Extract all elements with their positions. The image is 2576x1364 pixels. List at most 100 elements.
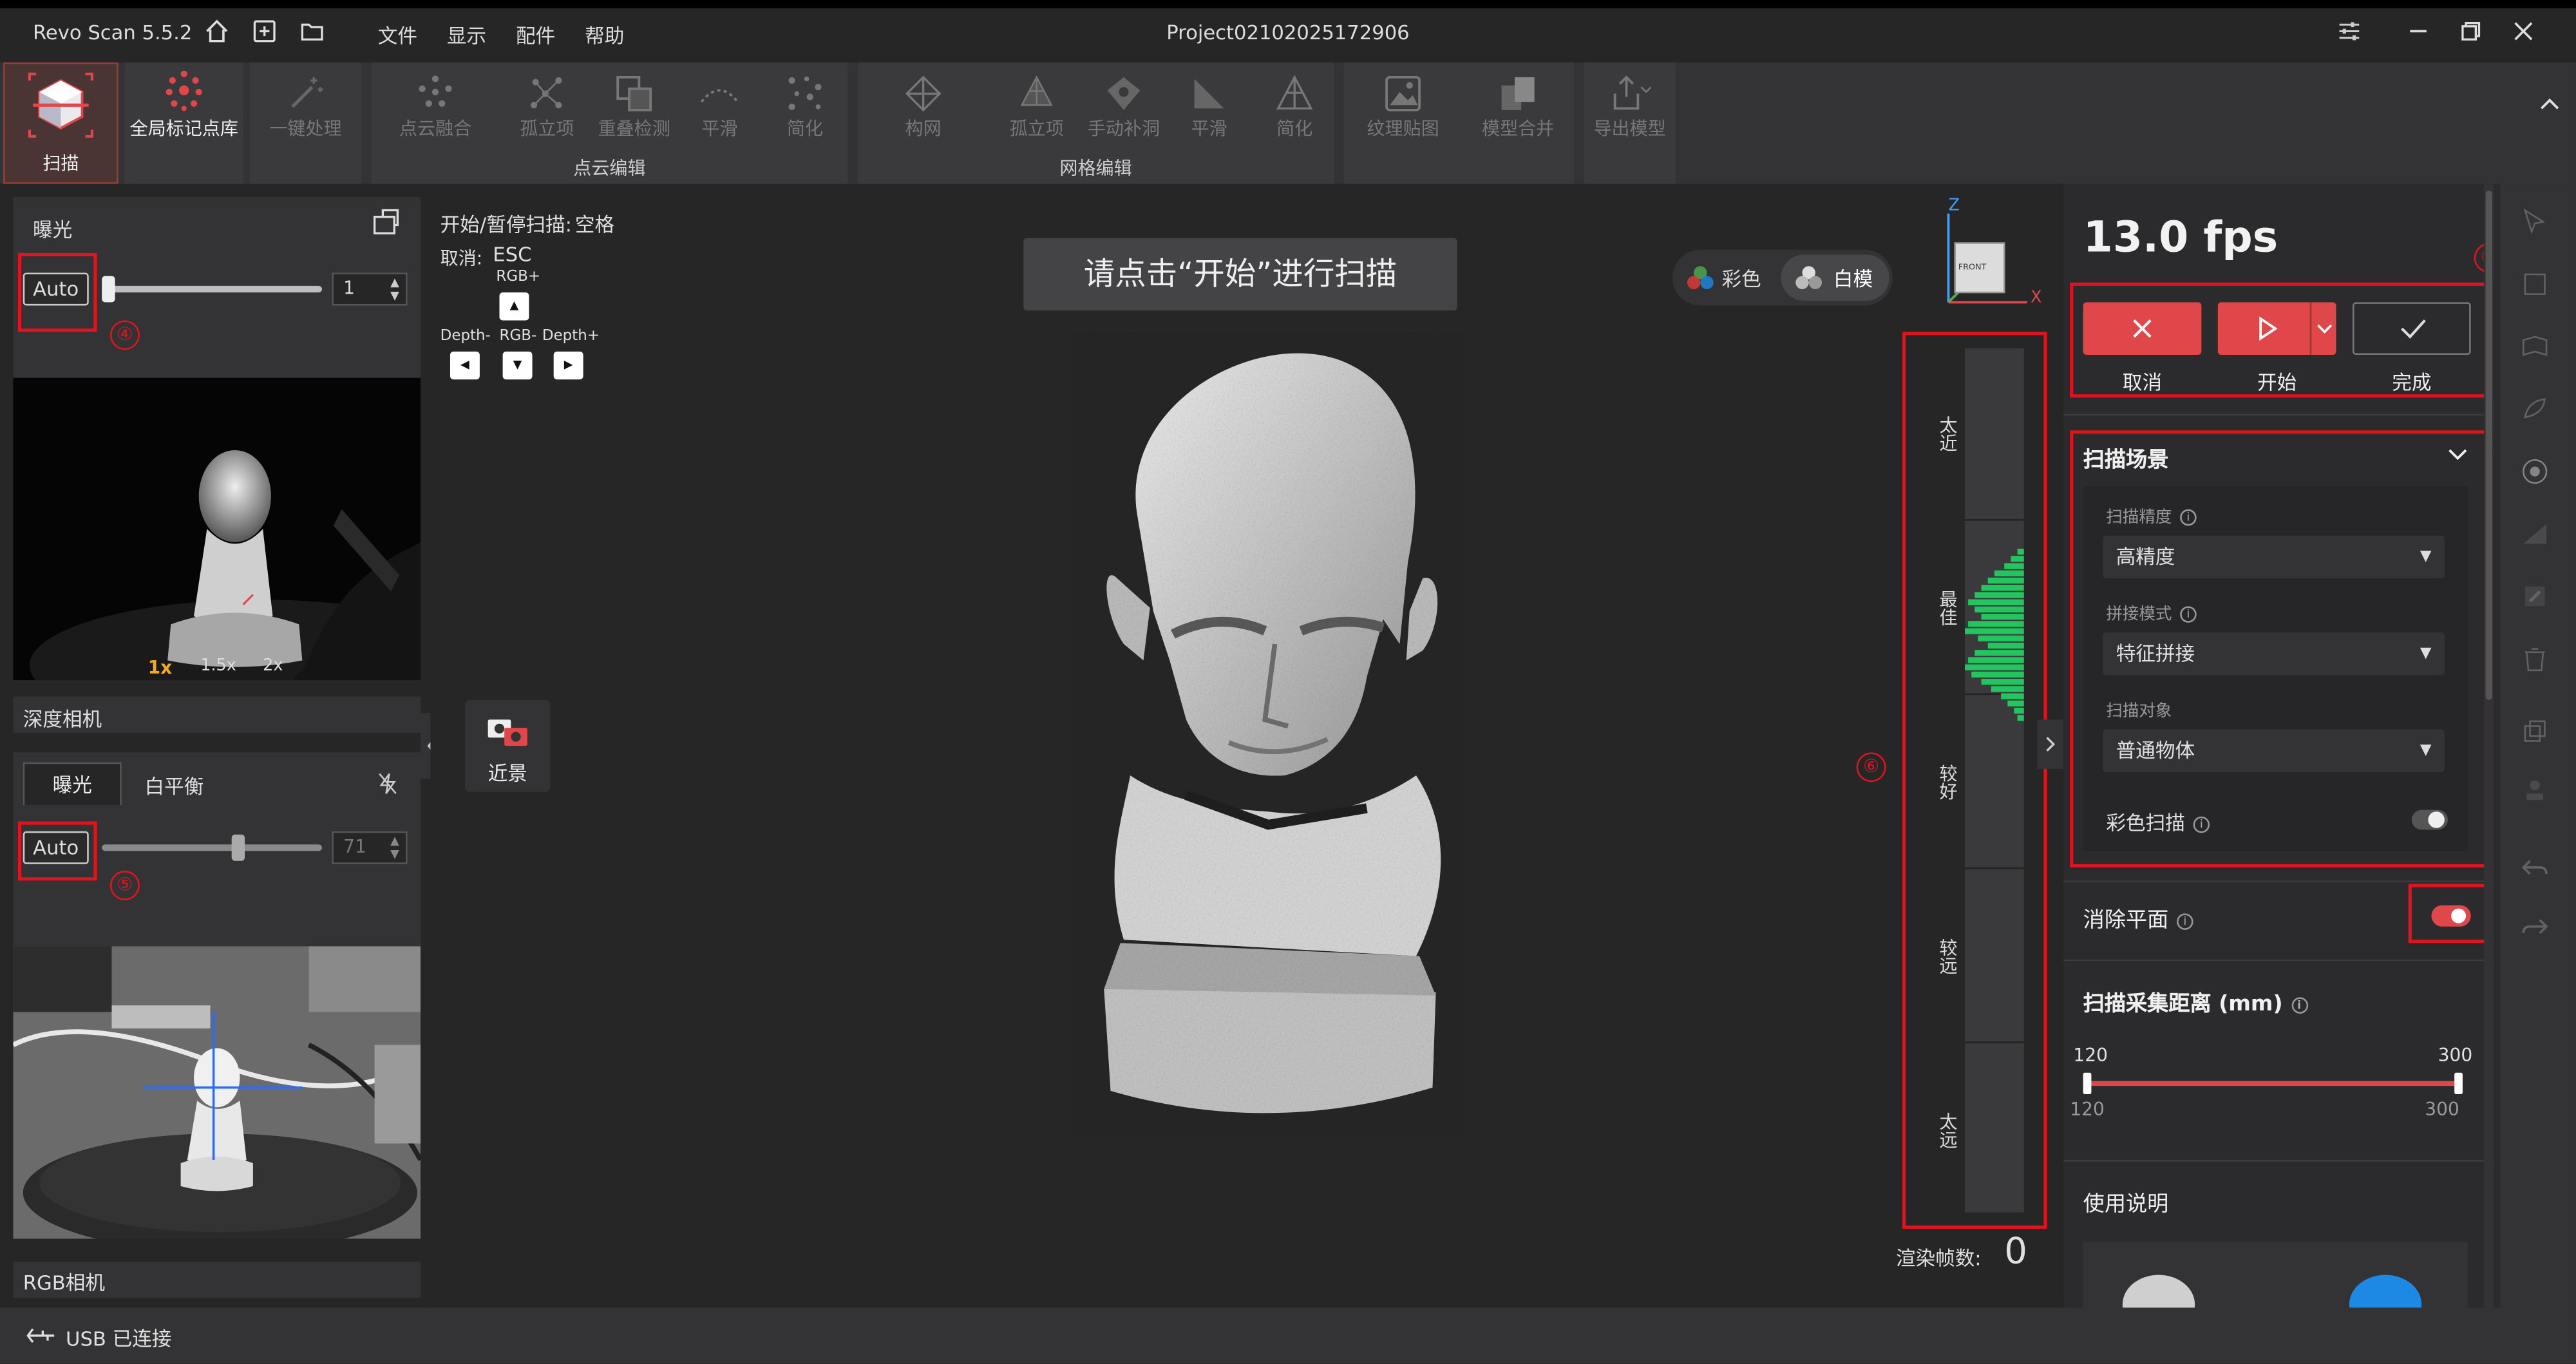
merge-button[interactable]: 模型合并 bbox=[1469, 62, 1567, 184]
one-click-button[interactable]: 一键处理 bbox=[249, 62, 362, 184]
usb-status: USB 已连接 bbox=[66, 1327, 172, 1350]
scan-button[interactable]: 扫描 bbox=[3, 62, 118, 184]
scrollbar-thumb[interactable] bbox=[2485, 190, 2492, 700]
depth-camera-preview: 1x 1.5x 2x bbox=[13, 377, 421, 681]
scan-scene-title[interactable]: 扫描场景 bbox=[2083, 442, 2169, 473]
close-icon[interactable] bbox=[2510, 18, 2537, 44]
zoom-1.5x[interactable]: 1.5x bbox=[200, 657, 236, 675]
delete-icon[interactable] bbox=[2520, 644, 2550, 674]
fill-hole-label: 手动补洞 bbox=[1087, 118, 1160, 140]
axis-gizmo[interactable]: Z X FRONT bbox=[1935, 197, 2042, 316]
export-button[interactable]: 导出模型 bbox=[1584, 62, 1676, 184]
annotation-marker-4: ④ bbox=[109, 320, 140, 350]
collapse-ribbon-icon[interactable] bbox=[2540, 95, 2560, 112]
remove-plane-toggle[interactable] bbox=[2431, 905, 2471, 927]
export-icon bbox=[1608, 72, 1651, 115]
render-mode-toggle[interactable]: 彩色 白模 bbox=[1672, 249, 1893, 306]
scanned-bust-model[interactable] bbox=[1071, 332, 1466, 1137]
check-icon bbox=[2398, 316, 2428, 342]
settings-icon[interactable] bbox=[2336, 18, 2363, 44]
color-mode-label[interactable]: 彩色 bbox=[1721, 265, 1761, 292]
histogram-bar bbox=[2004, 563, 2024, 569]
precision-dropdown[interactable]: 高精度 ▼ bbox=[2103, 535, 2445, 578]
white-mode-label[interactable]: 白模 bbox=[1833, 265, 1873, 292]
connected-select-icon[interactable] bbox=[2520, 457, 2550, 486]
collapse-right-handle[interactable] bbox=[2037, 719, 2064, 769]
dropdown-arrow-icon: ▼ bbox=[2420, 743, 2432, 759]
spin-arrows-icon[interactable]: ▲ ▼ bbox=[390, 276, 399, 303]
status-bar: USB 已连接 bbox=[0, 1307, 2576, 1364]
isolated-icon bbox=[526, 72, 568, 115]
info-icon[interactable]: i bbox=[2180, 606, 2197, 623]
global-markers-label: 全局标记点库 bbox=[129, 118, 238, 140]
exposure-slider-handle[interactable] bbox=[102, 276, 115, 303]
depth-minus-key-icon[interactable]: ◀ bbox=[450, 351, 480, 380]
select-arrow-icon[interactable] bbox=[2520, 207, 2550, 236]
overlap-detect-label: 重叠检测 bbox=[598, 118, 670, 140]
rgb-plus-label: RGB+ bbox=[496, 269, 541, 286]
rgb-slider-track[interactable] bbox=[102, 844, 322, 851]
texture-button[interactable]: 纹理贴图 bbox=[1357, 62, 1449, 184]
flash-off-icon[interactable] bbox=[378, 772, 398, 795]
plane-cut-icon[interactable] bbox=[2520, 519, 2550, 549]
color-scan-toggle[interactable] bbox=[2411, 810, 2448, 830]
scene-collapse-icon[interactable] bbox=[2448, 447, 2468, 464]
rgb-plus-key-icon[interactable]: ▲ bbox=[499, 292, 529, 321]
zoom-1x[interactable]: 1x bbox=[148, 657, 173, 678]
exposure-value: 1 bbox=[343, 278, 355, 299]
info-icon[interactable]: i bbox=[2193, 815, 2210, 833]
tab-white-balance[interactable]: 白平衡 bbox=[144, 772, 204, 800]
rgb-spinbox[interactable]: 71 ▲ ▼ bbox=[332, 831, 408, 864]
pc-fusion-label: 点云融合 bbox=[399, 118, 472, 140]
global-markers-button[interactable]: 全局标记点库 bbox=[124, 62, 243, 184]
align-mode-dropdown[interactable]: 特征拼接 ▼ bbox=[2103, 632, 2445, 676]
hint-start-key: 空格 bbox=[574, 213, 615, 237]
fusion-icon bbox=[414, 72, 457, 115]
histogram-bar bbox=[1981, 679, 2024, 685]
finish-scan-button[interactable] bbox=[2353, 302, 2471, 355]
divider bbox=[2063, 959, 2494, 961]
info-icon[interactable]: i bbox=[2180, 509, 2197, 526]
turntable-icon[interactable] bbox=[2520, 775, 2550, 805]
3d-viewport[interactable]: 开始/暂停扫描: 空格 取消: ESC RGB+ ▲ Depth- RGB- D… bbox=[430, 184, 2064, 1308]
dropdown-arrow-icon: ▼ bbox=[2420, 549, 2432, 565]
rgb-slider-handle[interactable] bbox=[231, 834, 245, 861]
start-scan-button[interactable] bbox=[2217, 302, 2336, 355]
near-mode-button[interactable]: 近景 bbox=[464, 699, 551, 792]
brush-select-icon[interactable] bbox=[2520, 394, 2550, 424]
copy-icon[interactable] bbox=[2520, 716, 2550, 746]
cancel-scan-button[interactable] bbox=[2083, 302, 2202, 355]
rect-select-icon[interactable] bbox=[2520, 269, 2550, 299]
mesh-simplify-icon bbox=[1273, 72, 1316, 115]
redo-icon[interactable] bbox=[2520, 913, 2550, 943]
invert-select-icon[interactable] bbox=[2520, 582, 2550, 611]
rgb-camera-preview bbox=[13, 946, 421, 1239]
panel-scrollbar[interactable] bbox=[2484, 184, 2494, 1308]
zone-far: 较远 bbox=[1937, 938, 1958, 974]
histogram-bar bbox=[1981, 585, 2024, 591]
mesh-smooth-label: 平滑 bbox=[1191, 118, 1227, 140]
scan-object-dropdown[interactable]: 普通物体 ▼ bbox=[2103, 729, 2445, 772]
range-max-handle[interactable] bbox=[2454, 1072, 2463, 1094]
zoom-2x[interactable]: 2x bbox=[263, 657, 283, 675]
rgb-minus-key-icon[interactable]: ▼ bbox=[502, 351, 533, 380]
popout-icon[interactable] bbox=[372, 207, 401, 236]
restore-icon[interactable] bbox=[2458, 18, 2484, 44]
rgb-spin-arrows-icon[interactable]: ▲ ▼ bbox=[390, 835, 399, 861]
pc-simplify-label: 简化 bbox=[786, 118, 824, 140]
tab-exposure[interactable]: 曝光 bbox=[23, 762, 122, 805]
lasso-select-icon[interactable] bbox=[2520, 332, 2550, 361]
minimize-icon[interactable] bbox=[2405, 18, 2432, 44]
histogram-bar bbox=[1971, 671, 2024, 678]
exposure-title: 曝光 bbox=[33, 218, 73, 242]
depth-plus-key-icon[interactable]: ▶ bbox=[553, 351, 583, 380]
exposure-spinbox[interactable]: 1 ▲ ▼ bbox=[332, 272, 408, 306]
info-icon[interactable]: i bbox=[2177, 913, 2193, 929]
info-icon[interactable]: i bbox=[2291, 996, 2307, 1013]
pc-isolated-label: 孤立项 bbox=[520, 118, 574, 140]
range-min-handle[interactable] bbox=[2083, 1072, 2092, 1094]
undo-icon[interactable] bbox=[2520, 855, 2550, 884]
exposure-slider-track[interactable] bbox=[102, 285, 322, 293]
start-options-dropdown[interactable] bbox=[2309, 302, 2336, 355]
distance-range-track[interactable] bbox=[2086, 1081, 2458, 1086]
